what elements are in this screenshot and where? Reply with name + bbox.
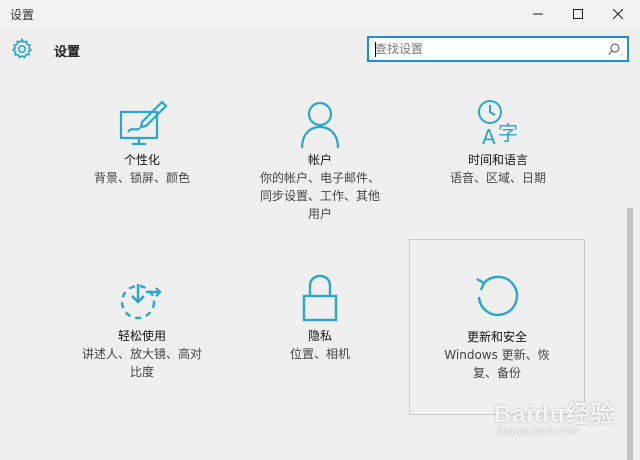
category-desc-line: 你的帐户、电子邮件、 bbox=[259, 171, 380, 185]
category-name: 更新和安全 bbox=[466, 330, 527, 344]
category-time-language[interactable]: A 字 时间和语言 语音、区域、日期 bbox=[410, 90, 586, 262]
close-button[interactable] bbox=[596, 0, 640, 28]
close-icon bbox=[613, 9, 623, 19]
watermark-url: jingyan.baidu.com bbox=[498, 426, 579, 437]
window-title: 设置 bbox=[10, 8, 35, 22]
category-name: 轻松使用 bbox=[117, 329, 166, 343]
gear-icon bbox=[11, 37, 33, 59]
category-name: 个性化 bbox=[123, 153, 160, 167]
baidu-watermark: Baidu经验 jingyan.baidu.com bbox=[488, 384, 628, 444]
personalization-icon bbox=[119, 100, 168, 146]
category-desc-line: 位置、相机 bbox=[289, 347, 350, 361]
person-icon bbox=[300, 101, 340, 149]
title-bar: 设置 bbox=[0, 0, 640, 28]
text-caret bbox=[375, 42, 376, 57]
search-icon[interactable] bbox=[607, 42, 621, 56]
category-name: 时间和语言 bbox=[467, 153, 528, 167]
page-title: 设置 bbox=[54, 45, 81, 60]
time-language-icon: A 字 bbox=[478, 100, 518, 149]
search-input[interactable] bbox=[375, 41, 597, 57]
category-name: 帐户 bbox=[307, 153, 332, 167]
maximize-button[interactable] bbox=[556, 0, 600, 28]
ease-of-access-icon bbox=[120, 284, 162, 320]
category-desc-line: 同步设置、工作、其他 bbox=[259, 189, 380, 203]
category-ease-of-access[interactable]: 轻松使用 讲述人、放大镜、高对 比度 bbox=[54, 266, 230, 438]
settings-window: 设置 设置 查找设置 个性化 背景、锁屏、颜色 帐户 你的帐户、电子邮件、 同步… bbox=[0, 0, 640, 460]
category-desc-line: 背景、锁屏、颜色 bbox=[93, 171, 190, 185]
minimize-icon bbox=[533, 13, 543, 15]
category-desc-line: 复、备份 bbox=[472, 366, 521, 380]
watermark-brand: Baidu经验 bbox=[494, 401, 616, 428]
refresh-icon bbox=[476, 275, 519, 317]
category-desc-line: 用户 bbox=[307, 207, 332, 221]
lock-icon bbox=[302, 274, 338, 322]
category-privacy[interactable]: 隐私 位置、相机 bbox=[232, 266, 408, 438]
category-name: 隐私 bbox=[307, 329, 332, 343]
category-accounts[interactable]: 帐户 你的帐户、电子邮件、 同步设置、工作、其他 用户 bbox=[232, 90, 408, 262]
maximize-icon bbox=[573, 9, 583, 19]
category-desc-line: 讲述人、放大镜、高对 bbox=[81, 347, 202, 361]
category-desc-line: Windows 更新、恢 bbox=[444, 348, 550, 362]
search-box[interactable] bbox=[367, 36, 629, 62]
svg-text:A: A bbox=[482, 125, 496, 149]
category-personalization[interactable]: 个性化 背景、锁屏、颜色 bbox=[54, 90, 230, 262]
svg-text:字: 字 bbox=[498, 121, 518, 145]
category-desc-line: 语音、区域、日期 bbox=[449, 171, 546, 185]
minimize-button[interactable] bbox=[516, 0, 560, 28]
category-desc-line: 比度 bbox=[129, 365, 154, 379]
